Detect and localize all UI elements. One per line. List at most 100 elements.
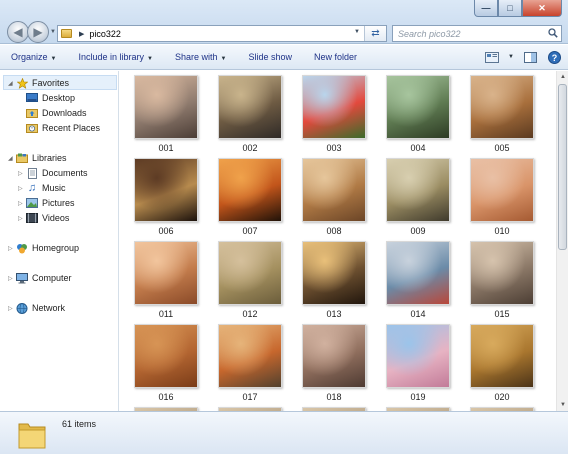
photo-thumbnail[interactable] (218, 158, 282, 222)
photo-thumbnail[interactable] (470, 241, 534, 305)
nav-item-libraries[interactable]: ◢ Libraries (8, 151, 67, 165)
share-with-menu[interactable]: Share with ▼ (164, 52, 237, 62)
preview-pane-button[interactable] (522, 49, 538, 65)
expand-triangle-icon[interactable]: ▷ (18, 170, 26, 177)
file-name[interactable]: 006 (134, 226, 198, 236)
expand-triangle-icon[interactable]: ▷ (8, 305, 16, 312)
scroll-up-button[interactable]: ▲ (557, 71, 568, 83)
expand-triangle-icon[interactable]: ▷ (8, 275, 16, 282)
file-item[interactable]: 020 (470, 324, 536, 402)
expand-triangle-icon[interactable]: ▷ (18, 215, 26, 222)
scroll-down-button[interactable]: ▼ (557, 399, 568, 411)
photo-thumbnail[interactable] (218, 324, 282, 388)
nav-item-videos[interactable]: ▷ Videos (18, 211, 69, 225)
collapse-triangle-icon[interactable]: ◢ (8, 80, 16, 87)
help-button[interactable]: ? (546, 49, 562, 65)
file-item[interactable]: 003 (302, 75, 368, 153)
nav-item-computer[interactable]: ▷ Computer (8, 271, 72, 285)
file-item[interactable]: 011 (134, 241, 200, 319)
file-item[interactable]: 004 (386, 75, 452, 153)
nav-item-network[interactable]: ▷ Network (8, 301, 65, 315)
search-icon[interactable] (548, 28, 558, 38)
file-name[interactable]: 008 (302, 226, 366, 236)
nav-item-recent-places[interactable]: Recent Places (26, 121, 100, 135)
expand-triangle-icon[interactable]: ▷ (18, 200, 26, 207)
file-item[interactable]: 012 (218, 241, 284, 319)
file-name[interactable]: 013 (302, 309, 366, 319)
photo-thumbnail[interactable] (470, 324, 534, 388)
file-item[interactable]: 005 (470, 75, 536, 153)
file-name[interactable]: 005 (470, 143, 534, 153)
include-in-library-menu[interactable]: Include in library ▼ (67, 52, 163, 62)
file-item[interactable]: 006 (134, 158, 200, 236)
file-item[interactable]: 018 (302, 324, 368, 402)
view-options-dropdown-icon[interactable]: ▼ (508, 54, 514, 60)
nav-item-documents[interactable]: ▷ Documents (18, 166, 88, 180)
photo-thumbnail[interactable] (302, 158, 366, 222)
file-name[interactable]: 014 (386, 309, 450, 319)
photo-thumbnail[interactable] (386, 324, 450, 388)
file-name[interactable]: 004 (386, 143, 450, 153)
nav-item-favorites[interactable]: ◢ Favorites (8, 76, 69, 90)
nav-item-music[interactable]: ▷ ♫ Music (18, 181, 66, 195)
recent-pages-dropdown-icon[interactable]: ▼ (50, 29, 56, 35)
file-item[interactable]: 008 (302, 158, 368, 236)
file-name[interactable]: 011 (134, 309, 198, 319)
photo-thumbnail[interactable] (218, 241, 282, 305)
file-item[interactable]: 002 (218, 75, 284, 153)
file-item[interactable]: 015 (470, 241, 536, 319)
file-name[interactable]: 015 (470, 309, 534, 319)
photo-thumbnail[interactable] (302, 241, 366, 305)
file-item[interactable]: 009 (386, 158, 452, 236)
file-name[interactable]: 016 (134, 392, 198, 402)
file-name[interactable]: 018 (302, 392, 366, 402)
breadcrumb-separator-icon[interactable]: ▶ (79, 30, 84, 38)
photo-thumbnail[interactable] (386, 75, 450, 139)
address-dropdown-icon[interactable]: ▼ (354, 29, 360, 35)
change-view-button[interactable] (484, 49, 500, 65)
file-name[interactable]: 020 (470, 392, 534, 402)
file-name[interactable]: 001 (134, 143, 198, 153)
nav-item-downloads[interactable]: Downloads (26, 106, 87, 120)
back-button[interactable]: ◀ (7, 21, 29, 43)
scrollbar-thumb[interactable] (558, 84, 567, 250)
photo-thumbnail[interactable] (302, 75, 366, 139)
file-item[interactable]: 019 (386, 324, 452, 402)
organize-menu[interactable]: Organize ▼ (0, 52, 67, 62)
nav-item-homegroup[interactable]: ▷ Homegroup (8, 241, 79, 255)
file-name[interactable]: 007 (218, 226, 282, 236)
address-bar[interactable]: ▶ pico322 ▼ ⇄ (57, 25, 387, 42)
photo-thumbnail[interactable] (470, 75, 534, 139)
new-folder-button[interactable]: New folder (303, 52, 368, 62)
expand-triangle-icon[interactable]: ▷ (18, 185, 26, 192)
file-item[interactable]: 010 (470, 158, 536, 236)
minimize-button[interactable]: — (474, 0, 498, 17)
collapse-triangle-icon[interactable]: ◢ (8, 155, 16, 162)
nav-item-desktop[interactable]: Desktop (26, 91, 75, 105)
file-item[interactable]: 001 (134, 75, 200, 153)
file-name[interactable]: 017 (218, 392, 282, 402)
photo-thumbnail[interactable] (134, 324, 198, 388)
search-input[interactable]: Search pico322 (392, 25, 562, 42)
file-name[interactable]: 019 (386, 392, 450, 402)
file-name[interactable]: 009 (386, 226, 450, 236)
photo-thumbnail[interactable] (134, 158, 198, 222)
photo-thumbnail[interactable] (302, 324, 366, 388)
photo-thumbnail[interactable] (386, 241, 450, 305)
expand-triangle-icon[interactable]: ▷ (8, 245, 16, 252)
photo-thumbnail[interactable] (218, 75, 282, 139)
file-item[interactable]: 017 (218, 324, 284, 402)
file-item[interactable]: 013 (302, 241, 368, 319)
vertical-scrollbar[interactable]: ▲ ▼ (556, 71, 568, 411)
file-name[interactable]: 010 (470, 226, 534, 236)
file-name[interactable]: 002 (218, 143, 282, 153)
file-item[interactable]: 016 (134, 324, 200, 402)
photo-thumbnail[interactable] (470, 158, 534, 222)
slide-show-button[interactable]: Slide show (237, 52, 303, 62)
forward-button[interactable]: ▶ (27, 21, 49, 43)
maximize-button[interactable]: □ (498, 0, 522, 17)
file-name[interactable]: 003 (302, 143, 366, 153)
refresh-button[interactable]: ⇄ (364, 26, 386, 41)
file-item[interactable]: 014 (386, 241, 452, 319)
breadcrumb-current-folder[interactable]: pico322 (89, 29, 121, 39)
